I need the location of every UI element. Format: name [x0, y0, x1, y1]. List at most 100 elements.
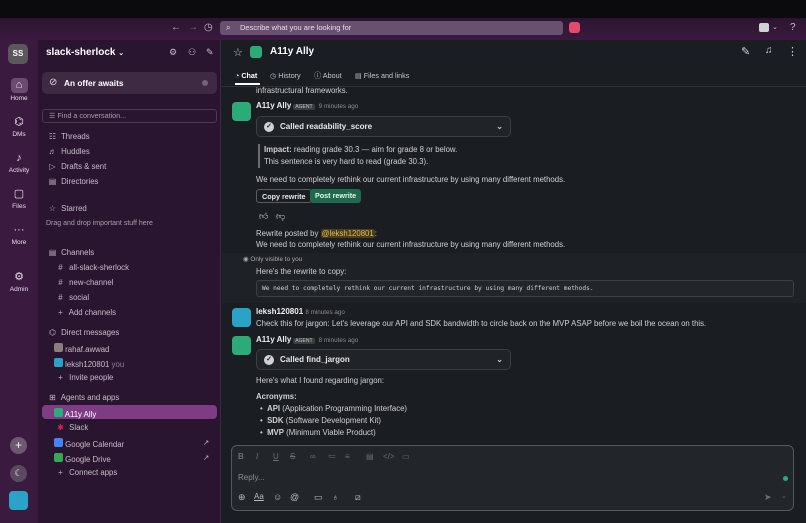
tab-history[interactable]: ◷ History [270, 71, 301, 80]
bold-icon[interactable]: B [238, 452, 244, 461]
star-channel-icon[interactable]: ☆ [233, 46, 243, 59]
connect-apps[interactable]: + Connect apps [54, 468, 117, 477]
moon-icon[interactable]: ☾ [10, 465, 27, 482]
link-icon[interactable]: ∞ [310, 452, 316, 461]
more-vertical-icon[interactable]: ⋮ [787, 45, 798, 58]
workspace-name[interactable]: slack-sherlock ⌄ [46, 47, 124, 58]
help-icon[interactable]: ? [790, 22, 796, 34]
plus-icon[interactable]: ⊕ [238, 492, 246, 503]
channels-header[interactable]: ▤ Channels [46, 248, 94, 257]
external-link-icon[interactable]: ↗ [203, 438, 209, 447]
channel-item[interactable]: # all-slack-sherlock [54, 263, 129, 272]
nav-huddles[interactable]: ♬ Huddles [46, 147, 90, 156]
slash-command-icon[interactable]: ⧄ [355, 492, 361, 503]
code-icon[interactable]: </> [383, 452, 395, 461]
starred-header[interactable]: ☆ Starred [46, 204, 87, 213]
window-icon[interactable] [759, 23, 769, 32]
italic-icon[interactable]: I [256, 452, 258, 461]
ai-sparkle-icon[interactable] [569, 22, 580, 33]
ordered-list-icon[interactable]: ≔ [328, 452, 336, 461]
tab-files[interactable]: ▤ Files and links [355, 71, 409, 80]
rail-files[interactable]: ▢ Files [0, 187, 38, 210]
emoji-icon[interactable]: ☺ [273, 492, 282, 502]
calendar-icon [54, 438, 63, 447]
message-header: A11y Ally AGENT 8 minutes ago [256, 335, 358, 344]
send-icon[interactable]: ➤ [764, 492, 772, 503]
workspace-avatar[interactable]: SS [8, 44, 28, 64]
message-header: A11y Ally AGENT 9 minutes ago [256, 101, 358, 110]
sender-name[interactable]: A11y Ally [256, 101, 291, 110]
tool-call-jargon[interactable]: ✓ Called find_jargon ⌄ [256, 349, 511, 370]
sidebar: slack-sherlock ⌄ ⚙ ⚇ ✎ ⊘ An offer awaits… [38, 40, 221, 523]
add-channels[interactable]: + Add channels [54, 308, 116, 317]
bullet-list-icon[interactable]: ≡ [345, 452, 350, 461]
apps-header[interactable]: ⊞ Agents and apps [46, 393, 119, 402]
reply-input[interactable]: Reply... [238, 473, 265, 482]
edit-icon[interactable]: ✎ [741, 45, 750, 58]
tool-call-readability[interactable]: ✓ Called readability_score ⌄ [256, 116, 511, 137]
back-arrow-icon[interactable]: ← [171, 22, 181, 34]
agent-avatar[interactable] [232, 336, 251, 355]
dm-item[interactable]: leksh120801 you [54, 358, 124, 369]
send-options-chevron-icon[interactable]: ⌄ [781, 492, 787, 500]
mention-icon[interactable]: @ [290, 492, 299, 502]
sender-name[interactable]: A11y Ally [256, 335, 291, 344]
dm-item[interactable]: rahaf.awwad [54, 343, 109, 354]
thumbs-up-icon[interactable]: 👍︎ [259, 211, 268, 222]
message-composer[interactable]: B I U S ∞ ≔ ≡ ▤ </> ▭ Reply... ⊕ Aa ☺ @ … [231, 445, 794, 511]
rail-dms[interactable]: ⌬ DMs [0, 115, 38, 138]
rail-activity[interactable]: ♪ Activity [0, 151, 38, 174]
timestamp[interactable]: 8 minutes ago [319, 337, 359, 344]
app-item[interactable]: Google Calendar [54, 438, 124, 449]
app-item[interactable]: ✱ Slack [54, 423, 88, 432]
notification-bell-icon[interactable]: ♫ [765, 45, 773, 56]
chevron-down-icon[interactable]: ⌄ [772, 22, 778, 34]
formatting-icon[interactable]: Aa [254, 492, 264, 501]
underline-icon[interactable]: U [273, 452, 279, 461]
app-item[interactable]: Google Drive [54, 453, 111, 464]
compose-icon[interactable]: ✎ [206, 47, 214, 58]
plus-icon: + [58, 468, 63, 477]
copy-rewrite-button[interactable]: Copy rewrite [256, 189, 312, 203]
invite-people[interactable]: + Invite people [54, 373, 113, 382]
rail-admin[interactable]: ⚙ Admin [0, 270, 38, 293]
find-conversation-input[interactable]: ☰ Find a conversation... [42, 109, 217, 123]
video-icon[interactable]: ▭ [314, 492, 323, 503]
rail-more[interactable]: ··· More [0, 223, 38, 246]
channel-title[interactable]: A11y Ally [270, 46, 314, 57]
quote-icon[interactable]: ▤ [366, 452, 374, 461]
channel-item[interactable]: # new-channel [54, 278, 113, 287]
offer-banner[interactable]: ⊘ An offer awaits [42, 72, 217, 94]
add-icon[interactable]: + [10, 437, 27, 454]
user-mention[interactable]: @leksh120801 [320, 229, 375, 238]
external-link-icon[interactable]: ↗ [203, 453, 209, 462]
strikethrough-icon[interactable]: S [290, 452, 295, 461]
app-item[interactable]: A11y Ally [54, 408, 96, 419]
agent-avatar[interactable] [232, 102, 251, 121]
nav-directories[interactable]: ▤ Directories [46, 177, 99, 186]
settings-icon[interactable]: ⚙ [169, 47, 177, 58]
nav-drafts[interactable]: ▷ Drafts & sent [46, 162, 106, 171]
user-avatar[interactable] [232, 308, 251, 327]
microphone-icon[interactable]: ♁ [332, 492, 339, 502]
timestamp[interactable]: 9 minutes ago [319, 103, 359, 110]
tab-chat[interactable]: ◔ Chat [235, 71, 257, 80]
code-block[interactable]: We need to completely rethink our curren… [256, 280, 794, 297]
post-rewrite-button[interactable]: Post rewrite [310, 189, 362, 203]
user-avatar[interactable] [9, 491, 28, 510]
thumbs-down-icon[interactable]: 👎︎ [276, 211, 285, 222]
people-icon[interactable]: ⚇ [188, 47, 196, 58]
nav-threads[interactable]: ☷ Threads [46, 132, 90, 141]
forward-arrow-icon[interactable]: → [188, 22, 198, 34]
code-block-icon[interactable]: ▭ [402, 452, 410, 461]
sender-name[interactable]: leksh120801 [256, 307, 303, 316]
dm-header[interactable]: ⌬ Direct messages [46, 328, 119, 337]
channel-item[interactable]: # social [54, 293, 89, 302]
timestamp[interactable]: 8 minutes ago [305, 309, 345, 316]
tab-about[interactable]: ⓘ About [314, 71, 342, 81]
quote-bar [258, 144, 260, 168]
message-text: infrastructural frameworks. [256, 86, 348, 95]
history-clock-icon[interactable]: ◷ [204, 22, 213, 34]
search-input[interactable]: ⌕ Describe what you are looking for [220, 21, 563, 35]
rail-home[interactable]: ⌂ Home [0, 78, 38, 102]
